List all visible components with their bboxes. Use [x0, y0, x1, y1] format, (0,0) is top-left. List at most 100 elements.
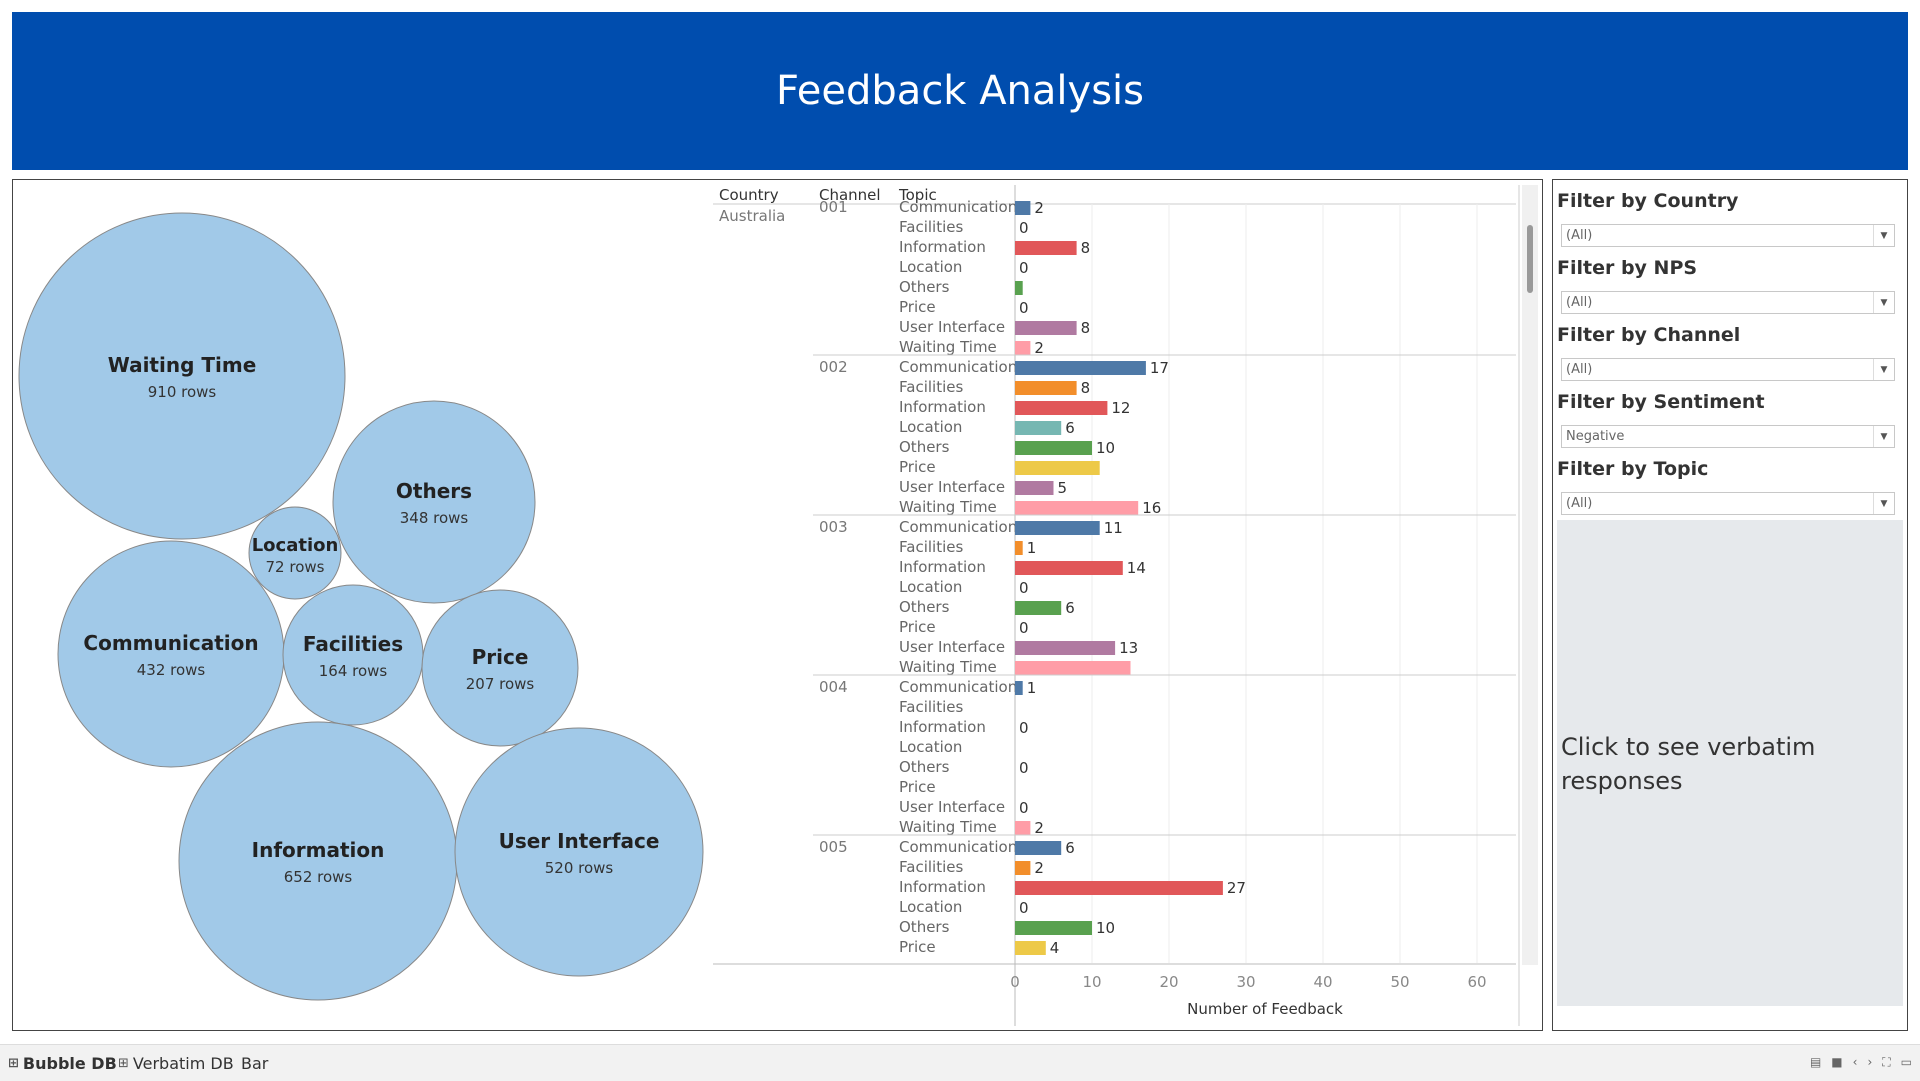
- topic-label: Location: [899, 738, 962, 756]
- scrollbar-thumb[interactable]: [1527, 225, 1533, 293]
- bar-value-label: 0: [1019, 619, 1029, 637]
- channel-label: 004: [819, 678, 848, 696]
- prev-icon[interactable]: ‹: [1853, 1055, 1858, 1070]
- bar-others[interactable]: [1015, 601, 1062, 615]
- bar-value-label: 2: [1034, 339, 1044, 357]
- bar-location[interactable]: [1015, 421, 1062, 435]
- bar-facilities[interactable]: [1015, 861, 1031, 875]
- bar-value-label: 6: [1065, 419, 1075, 437]
- filter-by-country-dropdown[interactable]: (All) ▼: [1561, 224, 1895, 247]
- topic-label: Facilities: [899, 218, 963, 236]
- bar-value-label: 1: [1027, 539, 1037, 557]
- chevron-down-icon[interactable]: ▼: [1873, 225, 1894, 246]
- present-icon[interactable]: ▭: [1901, 1055, 1912, 1070]
- bar-communication[interactable]: [1015, 681, 1023, 695]
- filter-by-topic-title: Filter by Topic: [1557, 458, 1709, 480]
- bar-communication[interactable]: [1015, 841, 1062, 855]
- tab-label: Bubble DB: [22, 1053, 117, 1073]
- topic-label: Communication: [899, 518, 1017, 536]
- bar-value-label: 0: [1019, 759, 1029, 777]
- filter-by-nps-dropdown[interactable]: (All) ▼: [1561, 291, 1895, 314]
- topic-label: Location: [899, 258, 962, 276]
- chevron-down-icon[interactable]: ▼: [1873, 426, 1894, 447]
- topic-label: Location: [899, 418, 962, 436]
- topic-label: User Interface: [899, 638, 1005, 656]
- bar-value-label: 0: [1019, 899, 1029, 917]
- topic-label: Others: [899, 918, 950, 936]
- bar-value-label: 11: [1104, 519, 1123, 537]
- bar-value-label: 0: [1019, 799, 1029, 817]
- topic-label: Price: [899, 618, 936, 636]
- x-tick-label: 20: [1159, 973, 1178, 991]
- chevron-down-icon[interactable]: ▼: [1873, 292, 1894, 313]
- bar-communication[interactable]: [1015, 521, 1100, 535]
- tab-label: Bar: [241, 1053, 269, 1073]
- column-header: Country: [719, 186, 779, 204]
- verbatim-box[interactable]: Click to see verbatim responses: [1557, 520, 1903, 1006]
- chevron-down-icon[interactable]: ▼: [1873, 359, 1894, 380]
- topic-label: Others: [899, 598, 950, 616]
- bar-value-label: 4: [1050, 939, 1060, 957]
- bar-others[interactable]: [1015, 441, 1092, 455]
- grid-icon: ⊞: [8, 1055, 19, 1071]
- grid-icon: ⊞: [118, 1055, 129, 1071]
- grid-view-icon[interactable]: ▤: [1810, 1055, 1821, 1070]
- bar-chart[interactable]: Country Channel TopicAustralia 001 Communica…: [13, 180, 1544, 1030]
- topic-label: Information: [899, 238, 986, 256]
- filter-by-topic-dropdown[interactable]: (All) ▼: [1561, 492, 1895, 515]
- topic-label: Communication: [899, 198, 1017, 216]
- topic-label: Location: [899, 578, 962, 596]
- bar-user-interface[interactable]: [1015, 321, 1077, 335]
- bar-value-label: 0: [1019, 219, 1029, 237]
- bar-price[interactable]: [1015, 461, 1100, 475]
- bar-waiting-time[interactable]: [1015, 501, 1139, 515]
- topic-label: User Interface: [899, 318, 1005, 336]
- x-tick-label: 40: [1313, 973, 1332, 991]
- bar-facilities[interactable]: [1015, 381, 1077, 395]
- filter-by-nps-title: Filter by NPS: [1557, 257, 1698, 279]
- bar-information[interactable]: [1015, 561, 1123, 575]
- topic-label: Waiting Time: [899, 338, 997, 356]
- bar-value-label: 27: [1227, 879, 1246, 897]
- single-view-icon[interactable]: ■: [1831, 1055, 1842, 1070]
- scrollbar-track[interactable]: [1522, 185, 1538, 965]
- tab-label: Verbatim DB: [132, 1053, 234, 1073]
- bar-value-label: 2: [1034, 859, 1044, 877]
- dashboard-header: Feedback Analysis: [12, 12, 1908, 170]
- tab-verbatim-db[interactable]: ⊞ Verbatim DB: [118, 1045, 234, 1081]
- bar-waiting-time[interactable]: [1015, 821, 1031, 835]
- fullscreen-icon[interactable]: ⛶: [1882, 1055, 1890, 1070]
- bar-information[interactable]: [1015, 401, 1108, 415]
- verbatim-prompt: Click to see verbatim responses: [1561, 733, 1816, 795]
- topic-label: Communication: [899, 678, 1017, 696]
- bar-waiting-time[interactable]: [1015, 341, 1031, 355]
- tab-bubble-db[interactable]: ⊞ Bubble DB: [8, 1045, 117, 1081]
- bar-user-interface[interactable]: [1015, 481, 1054, 495]
- bar-value-label: 5: [1058, 479, 1068, 497]
- bar-communication[interactable]: [1015, 201, 1031, 215]
- sheet-tab-bar: ⊞ Bubble DB ⊞ Verbatim DB Bar ▤ ■ ‹ › ⛶ …: [0, 1044, 1920, 1081]
- bar-communication[interactable]: [1015, 361, 1146, 375]
- bar-others[interactable]: [1015, 281, 1023, 295]
- filter-by-sentiment-dropdown[interactable]: Negative ▼: [1561, 425, 1895, 448]
- bar-price[interactable]: [1015, 941, 1046, 955]
- bar-waiting-time[interactable]: [1015, 661, 1131, 675]
- filter-by-channel-dropdown[interactable]: (All) ▼: [1561, 358, 1895, 381]
- bar-information[interactable]: [1015, 881, 1223, 895]
- bar-facilities[interactable]: [1015, 541, 1023, 555]
- bar-value-label: 16: [1142, 499, 1161, 517]
- next-icon[interactable]: ›: [1867, 1055, 1872, 1070]
- topic-label: Facilities: [899, 698, 963, 716]
- topic-label: Facilities: [899, 858, 963, 876]
- bar-user-interface[interactable]: [1015, 641, 1116, 655]
- bar-others[interactable]: [1015, 921, 1092, 935]
- channel-label: 001: [819, 198, 848, 216]
- topic-label: User Interface: [899, 798, 1005, 816]
- bar-information[interactable]: [1015, 241, 1077, 255]
- view-controls: ▤ ■ ‹ › ⛶ ▭: [1810, 1055, 1912, 1070]
- filter-by-sentiment-title: Filter by Sentiment: [1557, 391, 1765, 413]
- chevron-down-icon[interactable]: ▼: [1873, 493, 1894, 514]
- tab-bar[interactable]: Bar: [241, 1045, 268, 1081]
- filter-panel: Filter by Country (All) ▼ Filter by NPS (All…: [1552, 179, 1908, 1031]
- topic-label: Information: [899, 398, 986, 416]
